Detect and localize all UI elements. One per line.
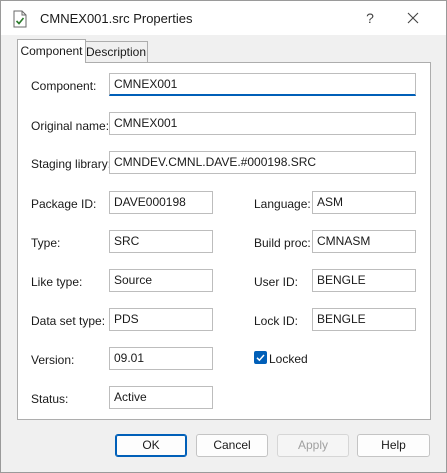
window-title: CMNEX001.src Properties [40,11,193,26]
staging-library-label: Staging library: [31,157,112,171]
locked-label[interactable]: Locked [269,352,308,366]
package-id-label: Package ID: [31,197,97,211]
package-id-field[interactable]: DAVE000198 [109,191,213,214]
lock-id-field[interactable]: BENGLE [312,308,416,331]
original-name-field[interactable]: CMNEX001 [109,112,416,135]
help-title-button[interactable]: ? [358,7,382,29]
like-type-field[interactable]: Source [109,269,213,292]
component-field[interactable]: CMNEX001 [109,73,416,96]
data-set-type-label: Data set type: [31,314,106,328]
help-button[interactable]: Help [357,434,430,457]
type-field[interactable]: SRC [109,230,213,253]
build-proc-field[interactable]: CMNASM [312,230,416,253]
cancel-button[interactable]: Cancel [196,434,268,457]
language-field[interactable]: ASM [312,191,416,214]
user-id-label: User ID: [254,275,299,289]
tab-description[interactable]: Description [85,41,148,62]
component-label: Component: [31,79,97,93]
staging-library-field[interactable]: CMNDEV.CMNL.DAVE.#000198.SRC [109,151,416,174]
lock-id-label: Lock ID: [254,314,299,328]
status-label: Status: [31,392,69,406]
title-bar: CMNEX001.src Properties ? [1,1,446,35]
build-proc-label: Build proc: [254,236,311,250]
version-label: Version: [31,353,75,367]
close-button[interactable] [401,7,425,29]
checkmark-icon [256,354,265,362]
ok-button[interactable]: OK [115,434,187,457]
apply-button[interactable]: Apply [277,434,349,457]
tab-component[interactable]: Component [17,39,86,63]
close-icon [407,12,419,24]
data-set-type-field[interactable]: PDS [109,308,213,331]
locked-checkbox[interactable] [254,351,267,364]
status-field[interactable]: Active [109,386,213,409]
version-field[interactable]: 09.01 [109,347,213,370]
type-label: Type: [31,236,61,250]
original-name-label: Original name: [31,119,110,133]
language-label: Language: [254,197,311,211]
like-type-label: Like type: [31,275,83,289]
user-id-field[interactable]: BENGLE [312,269,416,292]
properties-dialog: CMNEX001.src Properties ? Component Desc… [0,0,447,473]
document-check-icon [12,10,28,28]
